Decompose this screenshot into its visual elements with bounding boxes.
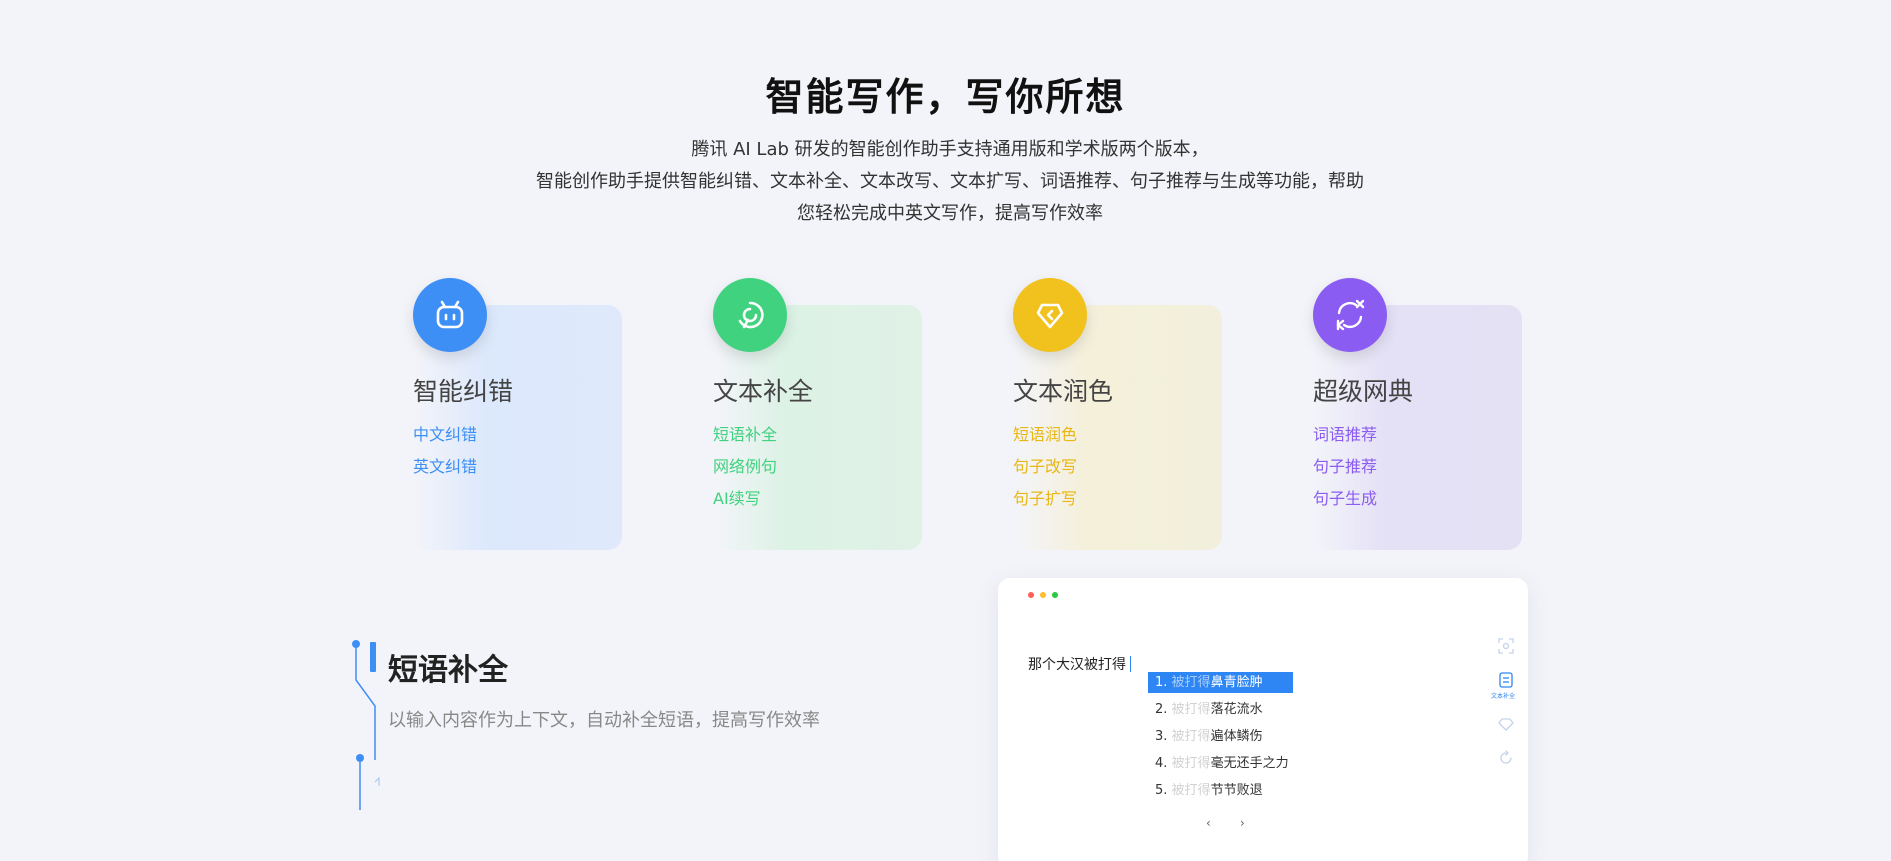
feature-title: 文本润色	[1013, 377, 1114, 406]
suggestion-item[interactable]: 2. 被打得落花流水	[1148, 699, 1293, 720]
demo-input-text[interactable]: 那个大汉被打得	[1028, 654, 1131, 674]
feature-link-web-examples[interactable]: 网络例句	[713, 453, 777, 477]
section-description: 以输入内容作为上下文，自动补全短语，提高写作效率	[388, 710, 820, 731]
robot-face-icon	[413, 278, 487, 352]
feature-link-phrase-completion[interactable]: 短语补全	[713, 421, 777, 445]
suggestion-item[interactable]: 5. 被打得节节败退	[1148, 780, 1293, 801]
feature-link-sentence-generate[interactable]: 句子生成	[1313, 485, 1377, 509]
text-completion-tool-icon[interactable]	[1498, 672, 1514, 688]
diamond-tag-icon	[1013, 278, 1087, 352]
window-close-dot	[1028, 592, 1034, 598]
feature-link-phrase-polish[interactable]: 短语润色	[1013, 421, 1077, 445]
circular-text-icon	[713, 278, 787, 352]
feature-title: 文本补全	[713, 377, 814, 406]
hero-description: 腾讯 AI Lab 研发的智能创作助手支持通用版和学术版两个版本， 智能创作助手…	[520, 134, 1380, 230]
feature-link-chinese-correction[interactable]: 中文纠错	[413, 421, 477, 445]
hero-description-line: 腾讯 AI Lab 研发的智能创作助手支持通用版和学术版两个版本，	[691, 139, 1209, 160]
pager-next-button[interactable]: ›	[1240, 816, 1245, 830]
scan-icon[interactable]	[1498, 638, 1514, 654]
page-title: 智能写作，写你所想	[765, 75, 1126, 119]
pager-prev-button[interactable]: ‹	[1206, 816, 1211, 830]
demo-input-value: 那个大汉被打得	[1028, 657, 1126, 673]
suggestion-item[interactable]: 1. 被打得鼻青脸肿	[1148, 672, 1293, 693]
refresh-icon[interactable]	[1498, 750, 1514, 766]
text-caret	[1130, 656, 1131, 672]
suggestion-item[interactable]: 4. 被打得毫无还手之力	[1148, 753, 1293, 774]
feature-title: 智能纠错	[413, 377, 514, 406]
hero-description-line: 智能创作助手提供智能纠错、文本补全、文本改写、文本扩写、词语推荐、句子推荐与生成…	[536, 171, 1364, 192]
feature-title: 超级网典	[1313, 377, 1414, 406]
feature-link-english-correction[interactable]: 英文纠错	[413, 453, 477, 477]
window-minimize-dot	[1040, 592, 1046, 598]
timeline-decoration	[352, 640, 380, 810]
suggestion-item[interactable]: 3. 被打得遍体鳞伤	[1148, 726, 1293, 747]
section-title: 短语补全	[388, 653, 508, 688]
feature-link-ai-continuation[interactable]: AI续写	[713, 485, 761, 509]
feature-link-sentence-expand[interactable]: 句子扩写	[1013, 485, 1077, 509]
feature-link-word-recommend[interactable]: 词语推荐	[1313, 421, 1377, 445]
window-maximize-dot	[1052, 592, 1058, 598]
side-tool-label: 文本补全	[1491, 693, 1516, 700]
demo-window: 那个大汉被打得 1. 被打得鼻青脸肿 2. 被打得落花流水 3. 被打得遍体鳞伤…	[998, 578, 1528, 861]
feature-link-sentence-rewrite[interactable]: 句子改写	[1013, 453, 1077, 477]
feature-link-sentence-recommend[interactable]: 句子推荐	[1313, 453, 1377, 477]
diamond-icon[interactable]	[1498, 716, 1514, 732]
hero-description-line: 您轻松完成中英文写作，提高写作效率	[797, 203, 1103, 224]
exchange-cycle-icon	[1313, 278, 1387, 352]
